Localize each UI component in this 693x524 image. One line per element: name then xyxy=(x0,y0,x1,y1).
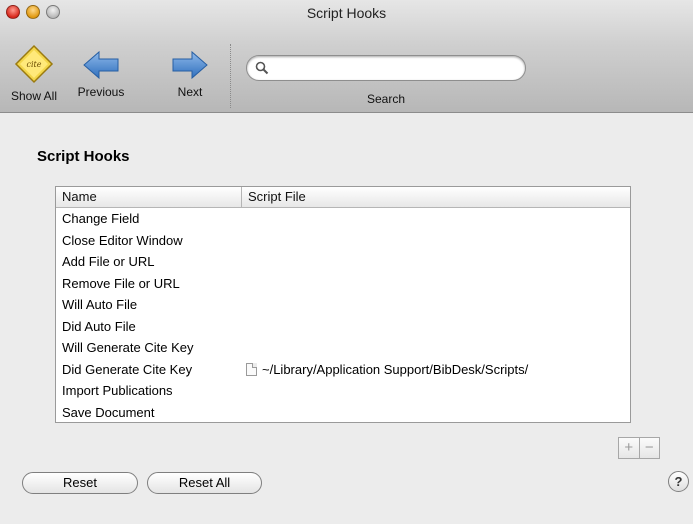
add-remove-buttons: + − xyxy=(618,437,660,459)
reset-all-button[interactable]: Reset All xyxy=(147,472,262,494)
hook-name-cell: Did Auto File xyxy=(62,318,136,334)
hook-name-cell: Remove File or URL xyxy=(62,275,180,291)
add-script-button[interactable]: + xyxy=(619,438,640,458)
table-row[interactable]: Will Auto File xyxy=(56,294,630,316)
next-label: Next xyxy=(177,85,203,99)
table-row[interactable]: Import Publications xyxy=(56,380,630,402)
pane-title: Script Hooks xyxy=(37,148,130,165)
show-all-button[interactable]: cite Show All xyxy=(0,44,68,103)
hook-name-cell: Import Publications xyxy=(62,383,173,398)
next-button[interactable]: Next xyxy=(160,50,220,99)
table-row[interactable]: Save Document xyxy=(56,402,630,424)
table-header: Name Script File xyxy=(56,187,630,208)
script-file-cell xyxy=(242,380,630,402)
script-file-cell: ~/Library/Application Support/BibDesk/Sc… xyxy=(242,359,630,381)
arrow-right-icon xyxy=(172,50,208,80)
window-toolbar: Script Hooks cite Show All Previous Next… xyxy=(0,0,693,113)
hook-name-cell: Save Document xyxy=(62,404,155,420)
svg-text:cite: cite xyxy=(27,60,42,69)
script-file-cell xyxy=(242,294,630,316)
script-file-path: ~/Library/Application Support/BibDesk/Sc… xyxy=(262,361,529,377)
script-file-cell xyxy=(242,273,630,295)
column-header-script-file[interactable]: Script File xyxy=(242,187,630,207)
search-label: Search xyxy=(366,92,406,106)
column-header-name[interactable]: Name xyxy=(56,187,242,207)
hook-name-cell: Add File or URL xyxy=(62,254,155,269)
bibdesk-cite-icon: cite xyxy=(14,44,54,84)
table-row[interactable]: Add File or URL xyxy=(56,251,630,273)
previous-label: Previous xyxy=(77,85,125,99)
help-button[interactable]: ? xyxy=(668,471,689,492)
script-file-cell xyxy=(242,337,630,359)
script-file-cell xyxy=(242,230,630,252)
hook-name-cell: Close Editor Window xyxy=(62,232,183,248)
script-file-cell xyxy=(242,316,630,338)
window-title: Script Hooks xyxy=(306,5,387,21)
script-file-cell xyxy=(242,402,630,424)
arrow-left-icon xyxy=(83,50,119,80)
script-document-icon xyxy=(246,362,257,376)
table-row[interactable]: Will Generate Cite Key xyxy=(56,337,630,359)
show-all-label: Show All xyxy=(10,89,58,103)
magnifier-icon xyxy=(255,61,269,75)
reset-button[interactable]: Reset xyxy=(22,472,138,494)
hook-name-cell: Change Field xyxy=(62,211,140,226)
remove-script-button[interactable]: − xyxy=(640,438,660,458)
search-input[interactable] xyxy=(273,59,513,77)
hook-name-cell: Did Generate Cite Key xyxy=(62,361,193,377)
table-row[interactable]: Close Editor Window xyxy=(56,230,630,252)
toolbar-separator xyxy=(230,44,231,108)
table-row[interactable]: Remove File or URL xyxy=(56,273,630,295)
table-row[interactable]: Change Field xyxy=(56,208,630,230)
hook-name-cell: Will Generate Cite Key xyxy=(62,340,194,355)
script-hooks-table[interactable]: Name Script File Change Field Close Edit… xyxy=(55,186,631,423)
hook-name-cell: Will Auto File xyxy=(62,297,138,312)
table-row[interactable]: Did Generate Cite Key ~/Library/Applicat… xyxy=(56,359,630,381)
search-field[interactable] xyxy=(246,55,526,81)
script-file-cell xyxy=(242,251,630,273)
script-file-cell xyxy=(242,208,630,230)
table-row[interactable]: Did Auto File xyxy=(56,316,630,338)
previous-button[interactable]: Previous xyxy=(68,50,134,99)
